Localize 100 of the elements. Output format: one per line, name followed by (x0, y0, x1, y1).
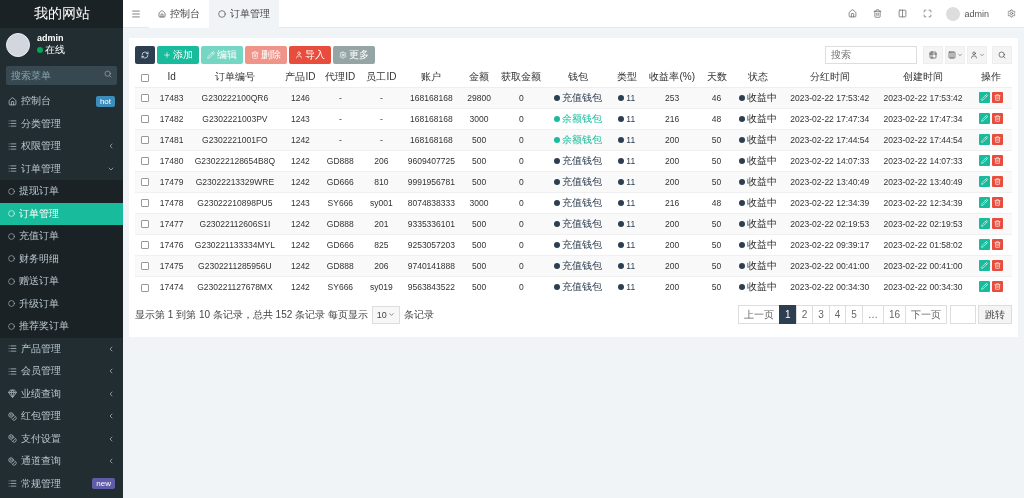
row-checkbox[interactable] (141, 220, 149, 229)
menu-icon[interactable] (131, 8, 141, 19)
delete-button[interactable] (991, 92, 1003, 104)
row-checkbox[interactable] (141, 178, 149, 187)
wallet-tag: 充值钱包 (553, 90, 602, 105)
menu-search-field[interactable]: 搜索菜单 (6, 66, 117, 85)
trash-icon[interactable] (873, 9, 883, 18)
sidebar-item[interactable]: 控制台 hot (0, 90, 123, 113)
sidebar-item[interactable]: 红包管理 (0, 405, 123, 428)
row-checkbox[interactable] (141, 94, 149, 103)
user-name[interactable]: admin (964, 8, 989, 19)
row-checkbox[interactable] (141, 136, 149, 145)
sidebar-item[interactable]: 常规管理 new (0, 472, 123, 495)
table-view-button[interactable] (923, 45, 943, 64)
table-cell: 17478 (154, 192, 189, 213)
row-checkbox[interactable] (141, 283, 149, 292)
sidebar-subitem[interactable]: 提现订单 (0, 180, 123, 203)
search-icon (998, 50, 1006, 59)
page-button[interactable]: 1 (779, 305, 797, 324)
page-number-field[interactable] (950, 305, 976, 324)
columns-icon[interactable] (898, 9, 908, 18)
list-icon (8, 141, 17, 151)
sidebar-subitem[interactable]: 赠送订单 (0, 270, 123, 293)
table-cell: G2302211285956U (188, 255, 282, 276)
next-page-button[interactable]: 下一页 (905, 305, 947, 324)
table-cell: 0 (496, 171, 546, 192)
sidebar-item[interactable]: 支付设置 (0, 427, 123, 450)
table-cell: G2302221003PV (188, 108, 282, 129)
page-button[interactable]: … (861, 305, 884, 324)
type-tag: 11 (618, 155, 636, 166)
search-field[interactable]: 搜索 (825, 45, 917, 64)
edit-button[interactable] (978, 92, 990, 104)
user-avatar (946, 6, 961, 21)
edit-button[interactable] (978, 155, 990, 167)
circle-icon (8, 232, 15, 240)
export-button[interactable] (967, 45, 987, 64)
table-cell: 500 (461, 276, 497, 297)
row-checkbox[interactable] (141, 157, 149, 166)
edit-button[interactable] (978, 134, 990, 146)
delete-button[interactable] (991, 176, 1003, 188)
delete-button[interactable] (991, 155, 1003, 167)
sidebar-item[interactable]: 会员管理 (0, 360, 123, 383)
trash-icon (993, 94, 1001, 102)
sidebar-item[interactable]: 通道查询 (0, 450, 123, 473)
row-checkbox[interactable] (141, 115, 149, 124)
page-button[interactable]: 3 (812, 305, 830, 324)
page-size-select[interactable]: 10 (371, 305, 400, 324)
sidebar-subitem[interactable]: 升级订单 (0, 292, 123, 315)
row-checkbox[interactable] (141, 199, 149, 208)
edit-button[interactable] (978, 281, 990, 293)
prev-page-button[interactable]: 上一页 (738, 305, 781, 324)
columns-button[interactable] (945, 45, 965, 64)
table-cell: 2023-02-22 12:34:39 (876, 192, 970, 213)
delete-button[interactable] (991, 134, 1003, 146)
row-checkbox[interactable] (141, 262, 149, 271)
delete-button[interactable] (991, 113, 1003, 125)
delete-button[interactable] (991, 239, 1003, 251)
table-cell: 1243 (281, 192, 320, 213)
edit-button[interactable] (978, 176, 990, 188)
sidebar-item[interactable]: 订单管理 (0, 157, 123, 180)
refresh-button[interactable] (135, 45, 155, 64)
delete-button[interactable] (991, 218, 1003, 230)
sidebar-subitem[interactable]: 财务明细 (0, 247, 123, 270)
edit-button[interactable] (978, 239, 990, 251)
circle-icon (8, 210, 15, 218)
delete-button[interactable] (991, 260, 1003, 272)
row-checkbox[interactable] (141, 241, 149, 250)
table-cell: 2023-02-22 14:07:33 (783, 150, 877, 171)
edit-button[interactable] (978, 197, 990, 209)
sidebar-subitem[interactable]: 推荐奖订单 (0, 315, 123, 338)
edit-button[interactable] (978, 218, 990, 230)
table-cell: - (319, 129, 362, 150)
table-cell: G230221133334MYL (188, 234, 282, 255)
sidebar-item[interactable]: 产品管理 (0, 337, 123, 360)
wallet-tag: 充值钱包 (553, 153, 602, 168)
delete-button[interactable] (991, 197, 1003, 209)
edit-button[interactable] (978, 260, 990, 272)
sidebar-item[interactable]: 权限管理 (0, 135, 123, 158)
table-cell: GD666 (319, 234, 362, 255)
edit-button[interactable] (978, 113, 990, 125)
page-button[interactable]: 5 (845, 305, 863, 324)
fullscreen-icon[interactable] (923, 9, 933, 18)
search-button[interactable] (992, 45, 1012, 64)
page-tab[interactable]: 订单管理 (209, 0, 279, 28)
user-icon (295, 50, 303, 59)
table-cell: G23022213329WRE (188, 171, 282, 192)
sidebar-item[interactable]: 业绩查询 (0, 382, 123, 405)
table-cell: 2023-02-22 17:44:54 (783, 129, 877, 150)
jump-button[interactable]: 跳转 (978, 305, 1012, 324)
home-icon[interactable] (848, 9, 858, 18)
sidebar-item[interactable]: 分类管理 (0, 112, 123, 135)
delete-button[interactable] (991, 281, 1003, 293)
page-button[interactable]: 16 (882, 305, 906, 324)
table-cell: 2023-02-22 17:53:42 (876, 87, 970, 108)
pencil-icon (980, 136, 988, 144)
import-button[interactable]: 导入 (289, 45, 331, 64)
settings-icon[interactable] (1007, 9, 1016, 18)
select-all-checkbox[interactable] (141, 73, 149, 82)
pencil-icon (980, 199, 988, 207)
sidebar-subitem[interactable]: 充值订单 (0, 225, 123, 248)
